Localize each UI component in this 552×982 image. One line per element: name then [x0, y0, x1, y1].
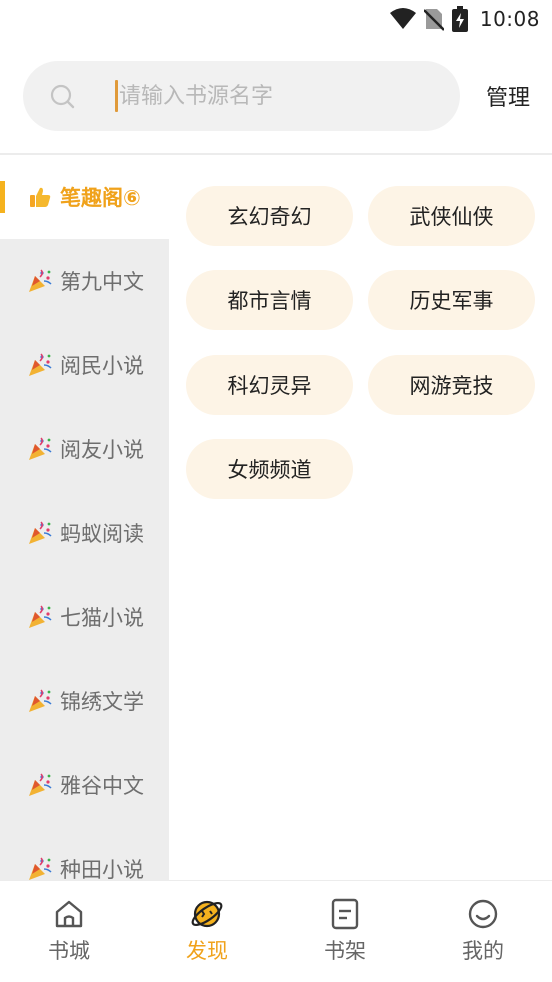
- status-time: 10:08: [479, 7, 540, 31]
- sidebar-item-label: 七猫小说: [60, 606, 144, 630]
- status-icons: 10:08: [389, 5, 540, 33]
- battery-charging-icon: [451, 6, 468, 32]
- nav-label: 发现: [186, 939, 228, 963]
- smile-icon: [468, 899, 498, 929]
- sidebar-item-label: 蚂蚁阅读: [60, 522, 144, 546]
- sidebar-item-biquge[interactable]: 笔趣阁⑥: [0, 155, 169, 239]
- category-tag-kehuan[interactable]: 科幻灵异: [186, 355, 353, 415]
- party-popper-icon: [26, 687, 54, 715]
- party-popper-icon: [26, 519, 54, 547]
- bottom-nav: 书城 发现 书架 我的: [0, 880, 552, 981]
- category-panel: 玄幻奇幻 武侠仙侠 都市言情 历史军事 科幻灵异 网游竞技 女频频道: [169, 155, 552, 881]
- sidebar-item-jinxiu[interactable]: 锦绣文学: [0, 659, 169, 743]
- category-tag-wuxia[interactable]: 武侠仙侠: [368, 186, 535, 246]
- sidebar-item-qimao[interactable]: 七猫小说: [0, 575, 169, 659]
- party-popper-icon: [26, 771, 54, 799]
- sidebar-item-label: 锦绣文学: [60, 690, 144, 714]
- planet-icon: [191, 900, 223, 928]
- status-bar: 10:08: [0, 0, 552, 38]
- party-popper-icon: [26, 435, 54, 463]
- category-tag-lishi[interactable]: 历史军事: [368, 270, 535, 330]
- bookshelf-icon: [331, 898, 359, 930]
- no-sim-icon: [423, 9, 444, 31]
- home-icon: [55, 900, 83, 928]
- search-box[interactable]: [23, 61, 460, 131]
- category-tag-xuanhuan[interactable]: 玄幻奇幻: [186, 186, 353, 246]
- sidebar-item-label: 阅民小说: [60, 354, 144, 378]
- nav-label: 书架: [324, 939, 366, 963]
- sidebar-item-label: 雅谷中文: [60, 774, 144, 798]
- nav-label: 书城: [48, 939, 90, 963]
- category-tag-dushi[interactable]: 都市言情: [186, 270, 353, 330]
- sidebar-item-dijiu[interactable]: 第九中文: [0, 239, 169, 323]
- wifi-icon: [389, 8, 416, 29]
- category-tag-nvpin[interactable]: 女频频道: [186, 439, 353, 499]
- party-popper-icon: [26, 603, 54, 631]
- nav-tab-profile[interactable]: 我的: [414, 881, 552, 982]
- sidebar-item-yueyou[interactable]: 阅友小说: [0, 407, 169, 491]
- sidebar-item-label: 第九中文: [60, 270, 144, 294]
- thumbs-up-icon: [26, 183, 54, 211]
- search-icon: [50, 84, 75, 109]
- sidebar-item-label: 笔趣阁⑥: [60, 186, 141, 210]
- sidebar-item-label: 种田小说: [60, 858, 144, 881]
- sidebar-item-mayi[interactable]: 蚂蚁阅读: [0, 491, 169, 575]
- party-popper-icon: [26, 855, 54, 881]
- party-popper-icon: [26, 351, 54, 379]
- source-sidebar: 笔趣阁⑥ 第九中文 阅民小说 阅友小说 蚂蚁阅读 七猫小说 锦绣文学 雅谷中文 …: [0, 155, 169, 881]
- search-row: 管理: [0, 60, 552, 132]
- category-tag-wangyou[interactable]: 网游竞技: [368, 355, 535, 415]
- nav-tab-bookstore[interactable]: 书城: [0, 881, 138, 982]
- party-popper-icon: [26, 267, 54, 295]
- sidebar-item-label: 阅友小说: [60, 438, 144, 462]
- nav-label: 我的: [462, 939, 504, 963]
- sidebar-item-yagu[interactable]: 雅谷中文: [0, 743, 169, 827]
- nav-tab-bookshelf[interactable]: 书架: [276, 881, 414, 982]
- sidebar-item-zhongtian[interactable]: 种田小说: [0, 827, 169, 881]
- sidebar-item-yuemin[interactable]: 阅民小说: [0, 323, 169, 407]
- search-input[interactable]: [113, 61, 443, 131]
- nav-tab-discover[interactable]: 发现: [138, 881, 276, 982]
- manage-button[interactable]: 管理: [486, 80, 530, 112]
